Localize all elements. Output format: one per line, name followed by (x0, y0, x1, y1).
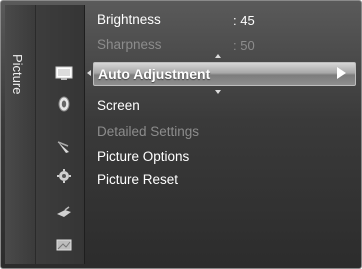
menu-item-detailed-settings[interactable]: Detailed Settings (97, 124, 199, 139)
application-icon[interactable] (55, 237, 73, 253)
channel-icon[interactable] (55, 139, 73, 155)
icon-column (36, 5, 85, 264)
menu-item-screen[interactable]: Screen (97, 98, 140, 113)
brightness-value: : 45 (233, 13, 255, 28)
menu-item-auto-adjustment[interactable]: Auto Adjustment (98, 66, 210, 82)
menu-item-picture-reset[interactable]: Picture Reset (97, 172, 178, 187)
submenu-arrow-icon (337, 67, 346, 79)
back-arrow-icon (87, 70, 91, 76)
setup-icon[interactable] (55, 168, 73, 184)
sharpness-value: : 50 (233, 38, 255, 53)
menu-item-sharpness[interactable]: Sharpness (97, 37, 162, 52)
menu-item-brightness[interactable]: Brightness (97, 12, 161, 27)
scroll-up-icon (215, 54, 221, 58)
category-label: Picture (10, 54, 25, 95)
category-tab (5, 5, 36, 264)
input-icon[interactable] (55, 205, 73, 221)
osd-menu: Picture Brightness : 45 Sharpness : 50 A… (0, 0, 362, 269)
menu-item-picture-options[interactable]: Picture Options (97, 149, 189, 164)
scroll-down-icon (215, 90, 221, 94)
sound-icon[interactable] (55, 96, 73, 112)
picture-icon[interactable] (55, 65, 73, 81)
